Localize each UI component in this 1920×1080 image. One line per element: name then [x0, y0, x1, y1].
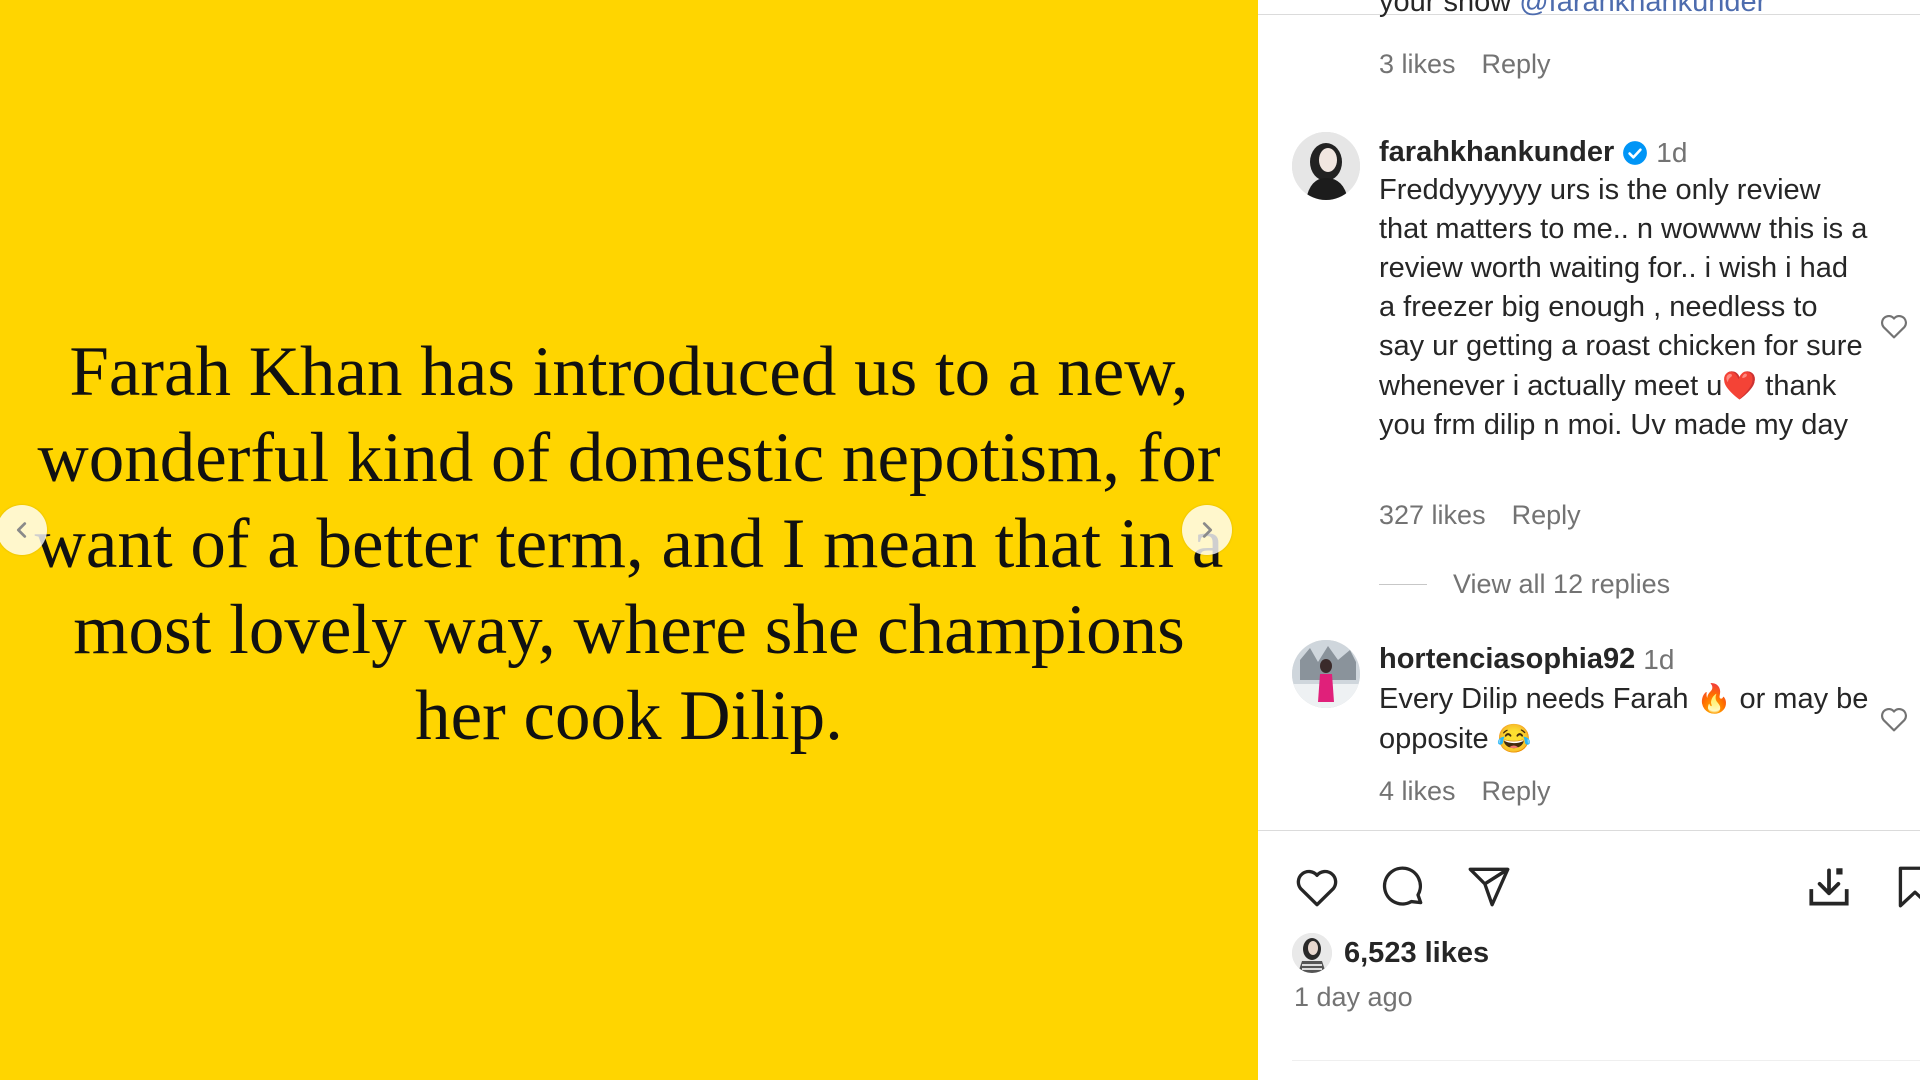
comments-panel: your show @farahkhankunder 3 likes Reply…	[1258, 0, 1920, 1080]
actions-divider	[1258, 830, 1920, 831]
avatar-image	[1292, 933, 1332, 973]
liker-avatar[interactable]	[1292, 933, 1332, 973]
clipped-comment-meta: 3 likes Reply	[1379, 49, 1551, 80]
view-replies-label: View all 12 replies	[1453, 569, 1671, 599]
heart-icon	[1296, 869, 1338, 907]
chevron-left-icon	[16, 522, 27, 538]
comment-meta: 327 likes Reply	[1379, 500, 1581, 531]
comment-text-part: Freddyyyyyy urs is the only review that …	[1379, 174, 1868, 402]
comment-button[interactable]	[1378, 862, 1428, 912]
post-likes-count[interactable]: 6,523 likes	[1344, 937, 1489, 970]
comment-likes-count[interactable]: 4 likes	[1379, 776, 1456, 807]
clipped-comment-body: your show	[1379, 0, 1520, 18]
download-icon	[1809, 868, 1849, 906]
fire-emoji: 🔥	[1696, 683, 1732, 714]
heart-emoji: ❤️	[1722, 370, 1758, 401]
comment-meta: 4 likes Reply	[1379, 776, 1551, 807]
next-slide-button[interactable]	[1182, 505, 1232, 555]
comment-text: Every Dilip needs Farah 🔥 or may be oppo…	[1379, 679, 1869, 759]
like-comment-heart-icon[interactable]	[1878, 310, 1910, 342]
save-button[interactable]	[1890, 862, 1920, 912]
comment-text: Freddyyyyyy urs is the only review that …	[1379, 171, 1869, 445]
bottom-divider	[1292, 1060, 1920, 1061]
avatar[interactable]	[1292, 640, 1360, 708]
like-button[interactable]	[1292, 862, 1342, 912]
replies-divider-line	[1379, 584, 1427, 585]
mention-link[interactable]: @farahkhankunder	[1519, 0, 1766, 18]
comment-username[interactable]: farahkhankunder	[1379, 136, 1614, 169]
comment-icon	[1382, 866, 1423, 906]
post-quote-text: Farah Khan has introduced us to a new, w…	[34, 333, 1224, 755]
clipped-comment-text: your show @farahkhankunder	[1379, 0, 1766, 19]
post-date[interactable]: 1 day ago	[1294, 982, 1413, 1013]
comment-text-part: Every Dilip needs Farah	[1379, 683, 1697, 715]
comment-header: farahkhankunder 1d	[1379, 136, 1687, 169]
avatar-image	[1292, 132, 1360, 200]
avatar-image	[1292, 640, 1360, 708]
post-media: Farah Khan has introduced us to a new, w…	[0, 0, 1258, 1080]
reply-button[interactable]: Reply	[1482, 49, 1551, 80]
view-replies-button[interactable]: View all 12 replies	[1379, 569, 1670, 600]
comment-time[interactable]: 1d	[1656, 137, 1687, 169]
comment-header: hortenciasophia92 1d	[1379, 643, 1674, 676]
share-icon	[1468, 867, 1510, 907]
likes-summary: 6,523 likes	[1292, 933, 1489, 973]
reply-button[interactable]: Reply	[1482, 776, 1551, 807]
laughing-emoji: 😂	[1496, 723, 1532, 754]
verified-badge-icon	[1623, 140, 1648, 165]
bookmark-icon	[1898, 866, 1920, 908]
comment-username[interactable]: hortenciasophia92	[1379, 643, 1635, 676]
reply-button[interactable]: Reply	[1512, 500, 1581, 531]
share-button[interactable]	[1464, 862, 1514, 912]
comment-likes-count[interactable]: 3 likes	[1379, 49, 1456, 80]
chevron-right-icon	[1202, 522, 1213, 538]
comment-likes-count[interactable]: 327 likes	[1379, 500, 1486, 531]
avatar[interactable]	[1292, 132, 1360, 200]
like-comment-heart-icon[interactable]	[1878, 703, 1910, 735]
download-button[interactable]	[1804, 862, 1854, 912]
comment-time[interactable]: 1d	[1643, 644, 1674, 676]
